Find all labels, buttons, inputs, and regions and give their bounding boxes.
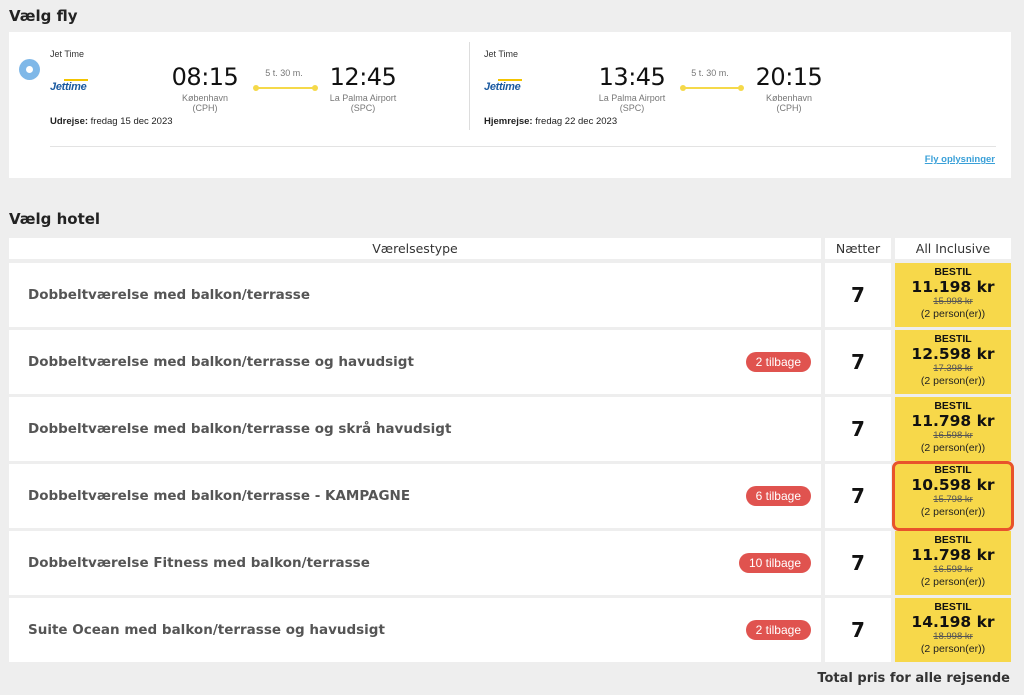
- room-name: Dobbeltværelse med balkon/terrasse og sk…: [28, 421, 452, 437]
- price: 12.598 kr: [911, 345, 995, 363]
- flight-radio-selected[interactable]: [19, 59, 40, 80]
- nights-cell: 7: [825, 330, 891, 394]
- duration-line: [683, 87, 741, 89]
- book-label: BESTIL: [934, 400, 972, 412]
- arrival-time: 12:45: [329, 63, 397, 91]
- availability-badge: 10 tilbage: [738, 553, 811, 573]
- book-price-button[interactable]: BESTIL 12.598 kr 17.398 kr (2 person(er)): [895, 330, 1011, 394]
- departure-airport: København (CPH): [181, 93, 229, 113]
- outbound-date: Udrejse: fredag 15 dec 2023: [50, 116, 173, 127]
- arrival-airport: La Palma Airport (SPC): [329, 93, 397, 113]
- nights-cell: 7: [825, 263, 891, 327]
- room-name: Suite Ocean med balkon/terrasse og havud…: [28, 622, 385, 638]
- flight-info-link[interactable]: Fly oplysninger: [925, 154, 995, 165]
- room-row[interactable]: Dobbeltværelse Fitness med balkon/terras…: [9, 531, 821, 595]
- airline-logo: Jettime: [484, 79, 522, 93]
- book-label: BESTIL: [934, 601, 972, 613]
- price: 11.798 kr: [911, 412, 995, 430]
- room-row[interactable]: Dobbeltværelse med balkon/terrasse: [9, 263, 821, 327]
- old-price: 16.598 kr: [933, 430, 973, 441]
- airline-name: Jet Time: [484, 49, 519, 59]
- old-price: 15.998 kr: [933, 296, 973, 307]
- book-price-button[interactable]: BESTIL 11.798 kr 16.598 kr (2 person(er)): [895, 397, 1011, 461]
- card-divider: [50, 146, 996, 147]
- persons-label: (2 person(er)): [920, 442, 986, 454]
- price: 10.598 kr: [911, 476, 995, 494]
- old-price: 18.998 kr: [933, 631, 973, 642]
- duration-dot-end: [738, 85, 744, 91]
- return-date: Hjemrejse: fredag 22 dec 2023: [484, 116, 618, 127]
- price: 11.798 kr: [911, 546, 995, 564]
- nights-cell: 7: [825, 531, 891, 595]
- book-price-button[interactable]: BESTIL 10.598 kr 15.798 kr (2 person(er)): [892, 461, 1014, 531]
- header-all-inclusive: All Inclusive: [895, 238, 1011, 259]
- availability-badge: 2 tilbage: [745, 620, 811, 640]
- price: 11.198 kr: [911, 278, 995, 296]
- persons-label: (2 person(er)): [920, 375, 986, 387]
- room-row[interactable]: Suite Ocean med balkon/terrasse og havud…: [9, 598, 821, 662]
- room-name: Dobbeltværelse Fitness med balkon/terras…: [28, 555, 370, 571]
- flight-duration: 5 t. 30 m.: [265, 68, 303, 78]
- room-row[interactable]: Dobbeltværelse med balkon/terrasse og ha…: [9, 330, 821, 394]
- persons-label: (2 person(er)): [920, 643, 986, 655]
- nights-cell: 7: [825, 464, 891, 528]
- arrival-time: 20:15: [755, 63, 823, 91]
- room-row[interactable]: Dobbeltværelse med balkon/terrasse - KAM…: [9, 464, 821, 528]
- airline-name: Jet Time: [50, 49, 85, 59]
- departure-airport: La Palma Airport (SPC): [598, 93, 666, 113]
- nights-cell: 7: [825, 397, 891, 461]
- persons-label: (2 person(er)): [920, 308, 986, 320]
- departure-time: 08:15: [171, 63, 239, 91]
- room-name: Dobbeltværelse med balkon/terrasse og ha…: [28, 354, 414, 370]
- book-price-button[interactable]: BESTIL 11.198 kr 15.998 kr (2 person(er)): [895, 263, 1011, 327]
- room-name: Dobbeltværelse med balkon/terrasse - KAM…: [28, 488, 411, 504]
- book-label: BESTIL: [934, 333, 972, 345]
- availability-badge: 6 tilbage: [745, 486, 811, 506]
- header-nights: Nætter: [825, 238, 891, 259]
- book-price-button[interactable]: BESTIL 11.798 kr 16.598 kr (2 person(er)): [895, 531, 1011, 595]
- header-room-type: Værelsestype: [9, 238, 821, 259]
- book-label: BESTIL: [934, 534, 972, 546]
- book-label: BESTIL: [934, 464, 972, 476]
- old-price: 17.398 kr: [933, 363, 973, 374]
- arrival-airport: København (CPH): [765, 93, 813, 113]
- availability-badge: 2 tilbage: [745, 352, 811, 372]
- hotel-section-title: Vælg hotel: [9, 210, 101, 228]
- room-name: Dobbeltværelse med balkon/terrasse: [28, 287, 311, 303]
- return-leg: Jet Time Jettime 13:45 La Palma Airport(…: [484, 32, 1004, 142]
- leg-divider: [469, 42, 470, 130]
- outbound-leg: Jet Time Jettime 08:15 København (CPH) 5 …: [50, 32, 469, 142]
- duration-dot-end: [312, 85, 318, 91]
- persons-label: (2 person(er)): [920, 576, 986, 588]
- duration-line: [256, 87, 314, 89]
- flight-section-title: Vælg fly: [9, 7, 78, 25]
- persons-label: (2 person(er)): [920, 506, 986, 518]
- price: 14.198 kr: [911, 613, 995, 631]
- airline-logo: Jettime: [50, 79, 88, 93]
- total-price-label: Total pris for alle rejsende: [817, 671, 1010, 686]
- book-label: BESTIL: [934, 266, 972, 278]
- flight-duration: 5 t. 30 m.: [691, 68, 729, 78]
- nights-cell: 7: [825, 598, 891, 662]
- departure-time: 13:45: [598, 63, 666, 91]
- book-price-button[interactable]: BESTIL 14.198 kr 18.998 kr (2 person(er)): [895, 598, 1011, 662]
- room-row[interactable]: Dobbeltværelse med balkon/terrasse og sk…: [9, 397, 821, 461]
- old-price: 15.798 kr: [933, 494, 973, 505]
- flight-card[interactable]: Jet Time Jettime 08:15 København (CPH) 5 …: [9, 32, 1011, 178]
- old-price: 16.598 kr: [933, 564, 973, 575]
